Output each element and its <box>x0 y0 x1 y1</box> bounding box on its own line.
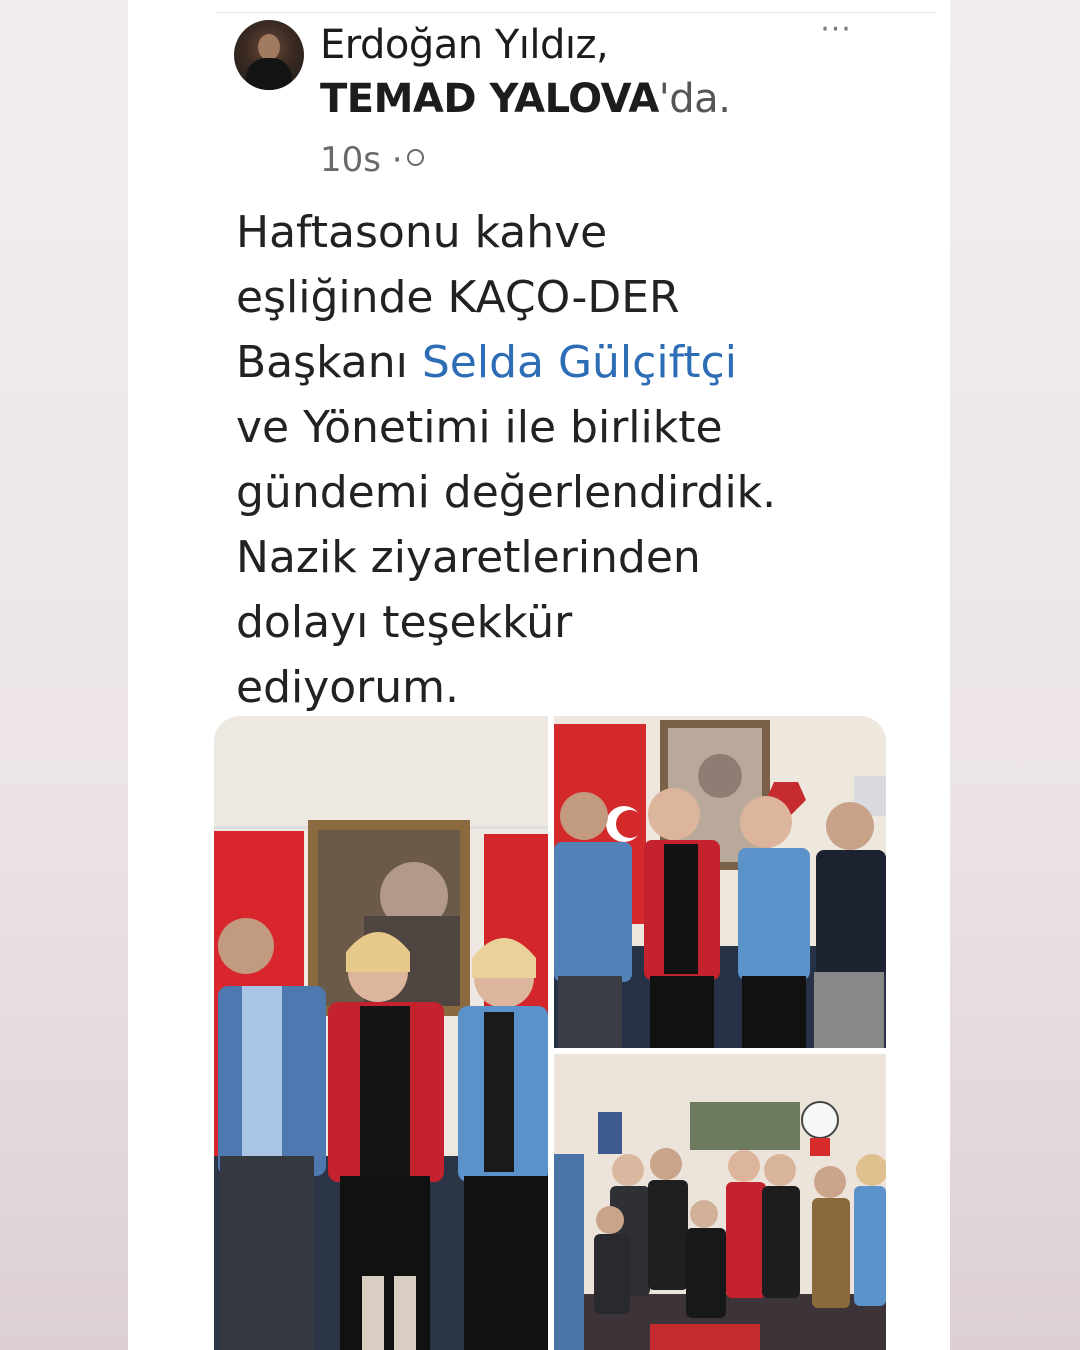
photo-group-1-image <box>214 716 548 1350</box>
post-line: Başkanı <box>236 337 422 388</box>
post-meta: 10s · <box>320 140 424 180</box>
avatar-head <box>258 34 280 60</box>
post-text: Haftasonu kahve eşliğinde KAÇO-DER Başka… <box>236 200 936 720</box>
post-line: ve Yönetimi ile birlikte <box>236 402 723 453</box>
photo-grid <box>214 716 886 1350</box>
post-line: Nazik ziyaretlerinden <box>236 532 701 583</box>
post-line: gündemi değerlendirdik. <box>236 467 777 518</box>
photo-group-2-image <box>554 716 886 1048</box>
author-name[interactable]: Erdoğan Yıldız <box>320 22 597 68</box>
photo-group-3-image <box>554 1054 886 1350</box>
post-line: ediyorum. <box>236 662 460 713</box>
photo-group-2[interactable] <box>554 716 886 1048</box>
photo-group-1[interactable] <box>214 716 548 1350</box>
avatar[interactable] <box>234 20 304 90</box>
globe-icon <box>406 149 424 166</box>
post-line: Haftasonu kahve <box>236 207 608 258</box>
post-header: Erdoğan Yıldız, TEMAD YALOVA'da. <box>320 18 880 126</box>
post-time[interactable]: 10s <box>320 140 381 180</box>
post-line-with-mention: Başkanı Selda Gülçiftçi <box>236 330 936 395</box>
group-suffix: 'da. <box>658 76 731 122</box>
post-line: eşliğinde KAÇO-DER <box>236 272 680 323</box>
post-card: Erdoğan Yıldız, TEMAD YALOVA'da. ··· 10s… <box>128 0 950 1350</box>
post-line: dolayı teşekkür <box>236 597 573 648</box>
photo-group-3[interactable] <box>554 1054 886 1350</box>
meta-dot: · <box>391 140 403 180</box>
group-name[interactable]: TEMAD YALOVA <box>320 76 659 122</box>
more-icon[interactable]: ··· <box>816 12 856 47</box>
avatar-body <box>246 58 292 90</box>
author-separator: , <box>596 22 609 68</box>
mention-link[interactable]: Selda Gülçiftçi <box>422 337 737 388</box>
